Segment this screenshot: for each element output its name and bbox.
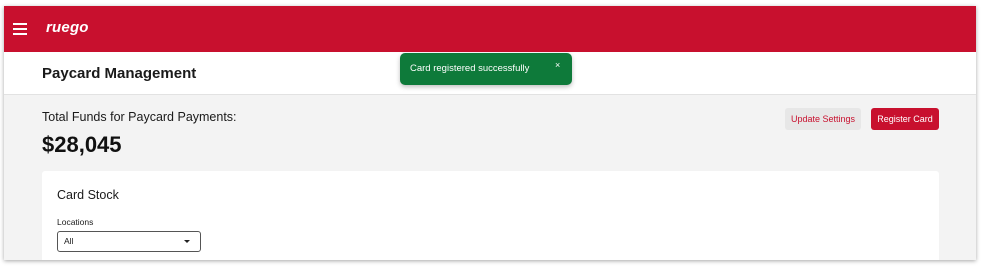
hamburger-icon[interactable] (13, 23, 27, 35)
total-funds-label: Total Funds for Paycard Payments: (42, 110, 237, 124)
locations-select-value: All (64, 236, 74, 246)
top-navbar: ruego (4, 6, 976, 52)
page-title: Paycard Management (42, 65, 197, 82)
chevron-down-icon (184, 240, 190, 243)
card-stock-title: Card Stock (57, 188, 119, 202)
update-settings-button[interactable]: Update Settings (785, 108, 861, 130)
hamburger-line (13, 33, 27, 35)
hamburger-line (13, 28, 27, 30)
card-stock-panel: Card Stock Locations All (42, 171, 939, 260)
app-window: ruego Paycard Management Total Funds for… (4, 6, 976, 260)
register-card-button[interactable]: Register Card (871, 108, 939, 130)
brand-logo[interactable]: ruego (46, 19, 89, 36)
close-icon[interactable]: × (555, 60, 560, 70)
toast-message: Card registered successfully (410, 63, 530, 74)
locations-label: Locations (57, 217, 94, 227)
total-funds-value: $28,045 (42, 132, 122, 157)
hamburger-line (13, 23, 27, 25)
locations-select[interactable]: All (57, 231, 201, 252)
success-toast: Card registered successfully × (400, 53, 572, 85)
